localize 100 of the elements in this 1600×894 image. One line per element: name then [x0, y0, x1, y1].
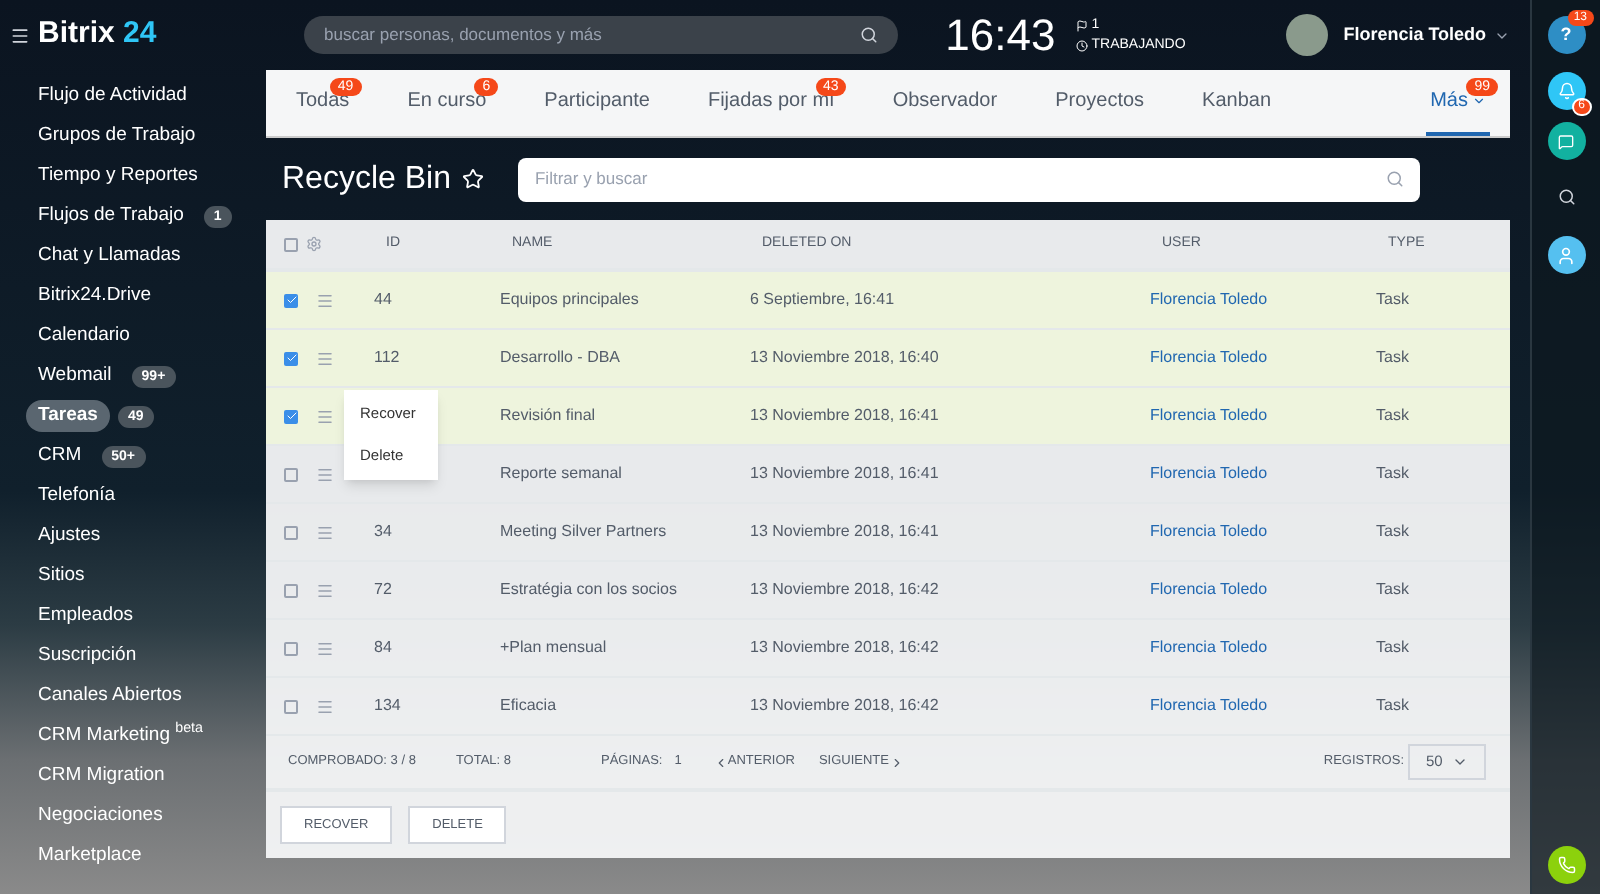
user-link[interactable]: Florencia Toledo — [1150, 288, 1376, 312]
drag-handle-icon[interactable] — [316, 697, 334, 715]
sidebar-item[interactable]: Suscripción — [26, 641, 149, 671]
sidebar-item[interactable]: Tareas — [26, 399, 110, 433]
sidebar-item[interactable]: Webmail — [26, 361, 124, 391]
drag-handle-icon[interactable] — [316, 407, 334, 425]
sidebar-item[interactable]: Marketplace — [26, 841, 154, 871]
logo: Bitrix 24 — [38, 14, 157, 55]
user-link[interactable]: Florencia Toledo — [1150, 520, 1376, 544]
table-cell-text: 13 Noviembre 2018, 16:41 — [750, 404, 941, 428]
table-cell-text: Task — [1376, 462, 1411, 486]
sidebar-item[interactable]: Tiempo y Reportes — [26, 161, 210, 191]
user-link[interactable]: Florencia Toledo — [1150, 578, 1376, 602]
table-cell-text: Revisión final — [500, 404, 598, 428]
sidebar-item[interactable]: Flujo de Actividad — [26, 81, 199, 111]
checkbox[interactable] — [284, 467, 298, 481]
sidebar-item[interactable]: Empleados — [26, 601, 146, 631]
user-link[interactable]: Florencia Toledo — [1150, 694, 1376, 718]
checkbox[interactable] — [284, 293, 298, 307]
user-link[interactable]: Florencia Toledo — [1150, 636, 1376, 660]
table-cell-text: Task — [1376, 404, 1411, 428]
checkbox[interactable] — [284, 351, 298, 365]
avatar[interactable] — [1285, 14, 1328, 56]
table-cell-text: Desarrollo - DBA — [500, 346, 623, 370]
sidebar-item[interactable]: Telefonía — [26, 481, 128, 511]
user-button[interactable] — [1547, 236, 1585, 274]
user-link[interactable]: Florencia Toledo — [1150, 404, 1376, 428]
sidebar-item[interactable]: Flujos de Trabajo — [26, 201, 196, 231]
checkbox[interactable] — [284, 525, 298, 539]
table-row[interactable]: 112 Desarrollo - DBA 13 Noviembre 2018, 16:40 Florencia Toledo Task — [266, 330, 1510, 388]
sidebar-item[interactable]: Canales Abiertos — [26, 681, 194, 711]
checkbox[interactable] — [284, 641, 298, 655]
sidebar-item[interactable]: Grupos de Trabajo — [26, 121, 208, 151]
chat-icon — [1558, 133, 1574, 149]
table-row[interactable]: 84 +Plan mensual 13 Noviembre 2018, 16:42 Florencia Toledo Task — [266, 620, 1510, 678]
drag-handle-icon[interactable] — [316, 523, 334, 541]
table-row[interactable]: 44 Equipos principales 6 Septiembre, 16:41 Florencia Toledo Task — [266, 272, 1510, 330]
table-cell-text: Task — [1376, 694, 1411, 718]
table-row[interactable]: 134 Eficacia 13 Noviembre 2018, 16:42 Florencia Toledo Task — [266, 678, 1510, 736]
page-title: Recycle Bin — [282, 159, 451, 199]
table-row[interactable]: 34 Meeting Silver Partners 13 Noviembre 2018, 16:41 Florencia Toledo Task — [266, 504, 1510, 562]
sidebar-item[interactable]: Negociaciones — [26, 801, 175, 831]
clock-time: 16:43 — [945, 8, 1056, 64]
table-cell-text: 134 — [374, 694, 403, 718]
settings-icon[interactable] — [306, 236, 322, 252]
sidebar-item[interactable]: Sitios — [26, 561, 97, 591]
sidebar-item[interactable]: Bitrix24.Drive — [26, 281, 163, 311]
drag-handle-icon[interactable] — [316, 465, 334, 483]
bell-icon — [1557, 82, 1575, 100]
table-cell-text: 44 — [374, 288, 394, 312]
search-icon[interactable] — [859, 26, 878, 44]
table-cell-text: 72 — [374, 578, 394, 602]
table-cell-text: 6 Septiembre, 16:41 — [750, 288, 897, 312]
table-row[interactable]: 72 Estratégia con los socios 13 Noviembre 2018, 16:42 Florencia Toledo Task — [266, 562, 1510, 620]
checkbox[interactable] — [284, 409, 298, 423]
checkbox[interactable] — [284, 583, 298, 597]
call-button[interactable] — [1547, 846, 1585, 884]
sidebar-item[interactable]: CRM — [26, 441, 94, 471]
checkbox[interactable] — [284, 237, 298, 251]
table-cell-text: 84 — [374, 636, 394, 660]
table-cell-text: Reporte semanal — [500, 462, 624, 486]
table-cell-text: Equipos principales — [500, 288, 641, 312]
sidebar-item[interactable]: CRM Marketing $^{beta}$ — [26, 721, 215, 751]
checkbox[interactable] — [284, 699, 298, 713]
drag-handle-icon[interactable] — [316, 581, 334, 599]
tab[interactable]: Observador — [888, 70, 1002, 136]
table-cell-text: Meeting Silver Partners — [500, 520, 669, 544]
table-cell-text: +Plan mensual — [500, 636, 609, 660]
drag-handle-icon[interactable] — [316, 639, 334, 657]
user-link[interactable]: Florencia Toledo — [1150, 462, 1376, 486]
user-name[interactable]: Florencia Toledo — [1343, 21, 1487, 49]
search-input[interactable]: buscar personas, documentos y más — [324, 22, 860, 48]
sidebar-item[interactable]: CRM Migration — [26, 761, 177, 791]
table-cell-text: Task — [1376, 520, 1411, 544]
drag-handle-icon[interactable] — [316, 291, 334, 309]
search-icon[interactable] — [1557, 188, 1575, 206]
table-cell-text: Task — [1376, 636, 1411, 660]
user-link[interactable]: Florencia Toledo — [1150, 346, 1376, 370]
sidebar-item[interactable]: Calendario — [26, 321, 142, 351]
drag-handle-icon[interactable] — [316, 349, 334, 367]
chat-button[interactable] — [1547, 122, 1585, 160]
chevron-down-icon — [1452, 754, 1468, 770]
table-cell-text: Task — [1376, 346, 1411, 370]
table-cell-text: 13 Noviembre 2018, 16:41 — [750, 462, 941, 486]
tab[interactable]: Proyectos — [1051, 70, 1149, 136]
tab[interactable]: Participante — [540, 70, 654, 136]
filter-input[interactable]: Filtrar y buscar — [534, 166, 1387, 192]
table-cell-text: 13 Noviembre 2018, 16:41 — [750, 520, 941, 544]
filter-field[interactable]: Filtrar y buscar — [518, 157, 1421, 201]
search-field[interactable]: buscar personas, documentos y más — [304, 16, 898, 54]
sidebar-item[interactable]: Chat y Llamadas — [26, 241, 193, 271]
star-icon[interactable] — [462, 168, 485, 190]
notification-button[interactable] — [1547, 72, 1585, 110]
table-cell-text: 13 Noviembre 2018, 16:42 — [750, 694, 941, 718]
phone-icon — [1557, 856, 1575, 874]
person-icon — [1556, 245, 1576, 265]
tab[interactable]: Kanban — [1198, 70, 1276, 136]
flag-icon — [1075, 19, 1088, 31]
sidebar-item[interactable]: Ajustes — [26, 521, 113, 551]
menu-icon[interactable] — [10, 25, 30, 45]
